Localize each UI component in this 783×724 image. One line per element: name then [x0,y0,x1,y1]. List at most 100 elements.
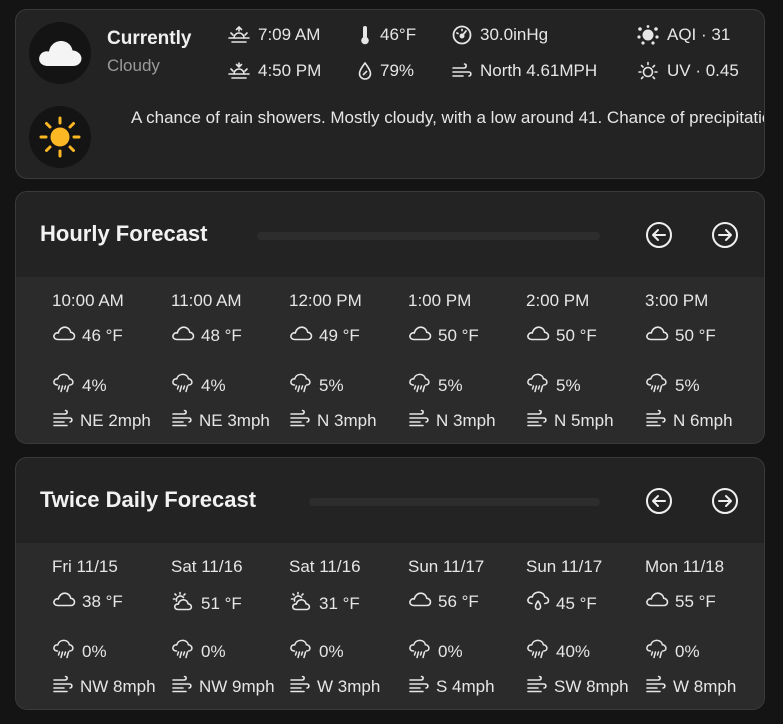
forecast-time: Sat 11/16 [289,557,361,576]
daily-prev-button[interactable] [645,487,673,515]
hourly-forecast-item: 12:00 PM 49 °F 5% N 3mph [289,277,407,443]
cloud-icon [171,325,201,346]
forecast-time: 12:00 PM [289,291,362,310]
humidity-stat: 79% [358,61,414,81]
forecast-wind: N 6mph [645,409,733,432]
wind-icon [52,675,80,698]
wind-value: N 6mph [673,410,733,430]
daily-scroll-track[interactable] [309,498,600,506]
wind-value: S 4mph [436,676,495,696]
rain-chance-icon [171,373,201,398]
sun-icon [39,116,81,158]
rain-chance-icon [408,373,438,398]
daily-forecast-title: Twice Daily Forecast [40,487,257,512]
cloud-icon [645,325,675,346]
forecast-temperature: 48 °F [171,325,242,346]
forecast-temperature: 49 °F [289,325,360,346]
wind-value: NE 2mph [80,410,151,430]
forecast-temperature: 56 °F [408,591,479,612]
daily-next-button[interactable] [711,487,739,515]
precipitation-value: 4% [82,375,107,395]
forecast-time: Sat 11/16 [171,557,243,576]
forecast-temperature: 51 °F [171,591,242,616]
wind-value: N 3mph [317,410,377,430]
temperature-value: 50 °F [438,325,479,345]
wind-icon [408,675,436,698]
partly-cloudy-icon [171,591,201,616]
daily-forecast-header: Twice Daily Forecast [16,458,764,543]
current-title: Currently [107,28,192,49]
forecast-wind: W 8mph [645,675,736,698]
temperature-value: 50 °F [556,325,597,345]
forecast-precipitation: 0% [171,639,226,664]
partly-cloudy-icon [289,591,319,616]
precipitation-value: 0% [82,641,107,661]
forecast-time: Mon 11/18 [645,557,725,576]
hourly-forecast-item: 10:00 AM 46 °F 4% NE 2mph [52,277,170,443]
daily-forecast-list[interactable]: Fri 11/15 38 °F 0% NW 8mph Sat 11/16 51 °F 0% N… [16,543,764,709]
temperature-value: 31 °F [319,593,360,613]
forecast-temperature: 46 °F [52,325,123,346]
rain-cloud-icon [526,591,556,616]
rain-chance-icon [171,639,201,664]
forecast-temperature: 31 °F [289,591,360,616]
forecast-precipitation: 5% [289,373,344,398]
wind-icon [645,409,673,432]
thermometer-icon [361,26,369,45]
wind-icon [171,409,199,432]
rain-chance-icon [526,639,556,664]
pressure-value: 30.0inHg [480,25,549,44]
wind-value: N 5mph [554,410,614,430]
temperature-value: 46°F [380,25,417,44]
hourly-forecast-list[interactable]: 10:00 AM 46 °F 4% NE 2mph 11:00 AM 48 °F 4% NE … [16,277,764,443]
wind-icon [289,675,317,698]
daily-forecast-item: Sat 11/16 31 °F 0% W 3mph [289,543,407,709]
wind-value: NE 3mph [199,410,270,430]
uv-icon [638,61,658,80]
cloud-icon [526,325,556,346]
forecast-time: Sun 11/17 [408,557,485,576]
sunrise-stat: 7:09 AM [228,25,320,45]
temperature-value: 55 °F [675,591,716,611]
forecast-wind: NE 2mph [52,409,151,432]
forecast-temperature: 50 °F [408,325,479,346]
wind-value: N 3mph [436,410,496,430]
daily-forecast-item: Sun 11/17 45 °F 40% SW 8mph [526,543,644,709]
humidity-value: 79% [380,61,415,80]
wind-icon [171,675,199,698]
forecast-wind: SW 8mph [526,675,629,698]
wind-icon [452,63,472,77]
precipitation-value: 0% [438,641,463,661]
rain-chance-icon [289,373,319,398]
wind-icon [408,409,436,432]
hourly-forecast-item: 3:00 PM 50 °F 5% N 6mph [645,277,763,443]
forecast-time: 3:00 PM [645,291,709,310]
hourly-prev-button[interactable] [645,221,673,249]
precipitation-value: 5% [675,375,700,395]
hourly-forecast-title: Hourly Forecast [40,221,208,246]
precipitation-value: 4% [201,375,226,395]
rain-chance-icon [645,639,675,664]
forecast-precipitation: 0% [408,639,463,664]
forecast-precipitation: 5% [645,373,700,398]
forecast-precipitation: 0% [289,639,344,664]
hourly-next-button[interactable] [711,221,739,249]
sunset-value: 4:50 PM [258,61,322,80]
temperature-value: 50 °F [675,325,716,345]
precipitation-value: 5% [556,375,581,395]
cloud-icon [408,325,438,346]
forecast-wind: NW 9mph [171,675,275,698]
rain-chance-icon [645,373,675,398]
uv-value: UV · 0.45 [667,61,739,80]
temperature-value: 38 °F [82,591,123,611]
hourly-scroll-track[interactable] [257,232,600,240]
cloud-icon [408,591,438,612]
rain-chance-icon [526,373,556,398]
forecast-time: 2:00 PM [526,291,590,310]
forecast-time: Fri 11/15 [52,557,118,576]
temperature-stat: 46°F [358,25,416,45]
forecast-wind: W 3mph [289,675,380,698]
forecast-wind: NE 3mph [171,409,270,432]
twice-daily-forecast-card: Twice Daily Forecast Fri 11/15 38 °F 0% NW … [15,457,765,710]
forecast-wind: N 3mph [408,409,496,432]
